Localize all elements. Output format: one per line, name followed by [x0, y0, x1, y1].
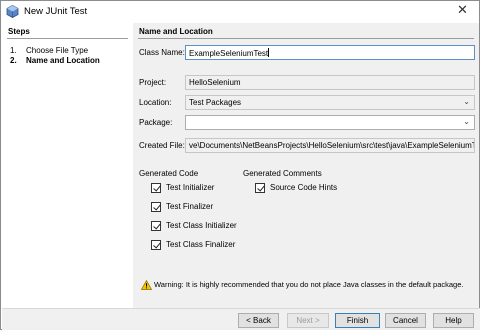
- created-file-field: ve\Documents\NetBeansProjects\HelloSelen…: [185, 138, 475, 153]
- step-label: Choose File Type: [26, 46, 89, 55]
- project-label: Project:: [139, 78, 167, 87]
- name-and-location-panel: Name and Location Class Name: ExampleSel…: [133, 23, 479, 308]
- close-button[interactable]: ✕: [445, 1, 479, 23]
- close-icon: ✕: [457, 3, 468, 18]
- steps-title: Steps: [8, 27, 30, 36]
- location-label: Location:: [139, 98, 172, 107]
- step-number: 2.: [10, 56, 17, 65]
- netbeans-cube-icon: [6, 5, 19, 18]
- chevron-down-icon: ⌄: [463, 117, 470, 126]
- package-combo[interactable]: ⌄: [185, 115, 475, 130]
- warning-icon: [141, 280, 152, 290]
- step-choose-file-type: 1. Choose File Type: [10, 46, 88, 55]
- checkbox-label: Test Class Finalizer: [166, 240, 236, 249]
- location-combo[interactable]: Test Packages ⌄: [185, 95, 475, 110]
- checkbox-checked[interactable]: [151, 221, 161, 231]
- step-label: Name and Location: [26, 56, 100, 65]
- checkbox-label: Test Initializer: [166, 183, 215, 192]
- steps-divider: [7, 38, 128, 39]
- project-field: HelloSelenium: [185, 75, 475, 90]
- class-name-field[interactable]: ExampleSeleniumTest: [185, 45, 475, 60]
- section-divider: [138, 38, 474, 39]
- finish-button[interactable]: Finish: [335, 313, 380, 328]
- checkbox-label: Test Finalizer: [166, 202, 214, 211]
- checkbox-checked[interactable]: [151, 240, 161, 250]
- new-junit-test-dialog: New JUnit Test ✕ Steps 1. Choose File Typ…: [0, 0, 480, 330]
- section-title: Name and Location: [139, 27, 213, 36]
- text-caret: [268, 48, 270, 57]
- window-title: New JUnit Test: [24, 6, 88, 17]
- created-file-label: Created File:: [139, 141, 185, 150]
- package-label: Package:: [139, 118, 173, 127]
- checkbox-label: Test Class Initializer: [166, 221, 237, 230]
- next-button[interactable]: Next >: [287, 313, 329, 328]
- generated-code-title: Generated Code: [139, 169, 199, 178]
- steps-panel: Steps 1. Choose File Type 2. Name and Loca…: [2, 23, 133, 308]
- generated-comments-title: Generated Comments: [243, 169, 322, 178]
- checkbox-checked[interactable]: [151, 202, 161, 212]
- chevron-down-icon: ⌄: [463, 97, 470, 106]
- location-value: Test Packages: [189, 98, 242, 107]
- project-value: HelloSelenium: [189, 78, 241, 87]
- step-number: 1.: [10, 46, 17, 55]
- help-button[interactable]: Help: [433, 313, 474, 328]
- cancel-button[interactable]: Cancel: [385, 313, 426, 328]
- title-bar: New JUnit Test ✕: [1, 1, 479, 23]
- checkbox-label: Source Code Hints: [270, 183, 338, 192]
- checkbox-checked[interactable]: [255, 183, 265, 193]
- step-name-and-location: 2. Name and Location: [10, 56, 100, 65]
- button-bar: < Back Next > Finish Cancel Help: [2, 308, 480, 330]
- back-button[interactable]: < Back: [238, 313, 279, 328]
- warning-message: Warning: It is highly recommended that y…: [154, 280, 464, 289]
- created-file-value: ve\Documents\NetBeansProjects\HelloSelen…: [189, 141, 475, 150]
- class-name-value: ExampleSeleniumTest: [189, 49, 269, 58]
- class-name-label: Class Name:: [139, 48, 185, 57]
- checkbox-checked[interactable]: [151, 183, 161, 193]
